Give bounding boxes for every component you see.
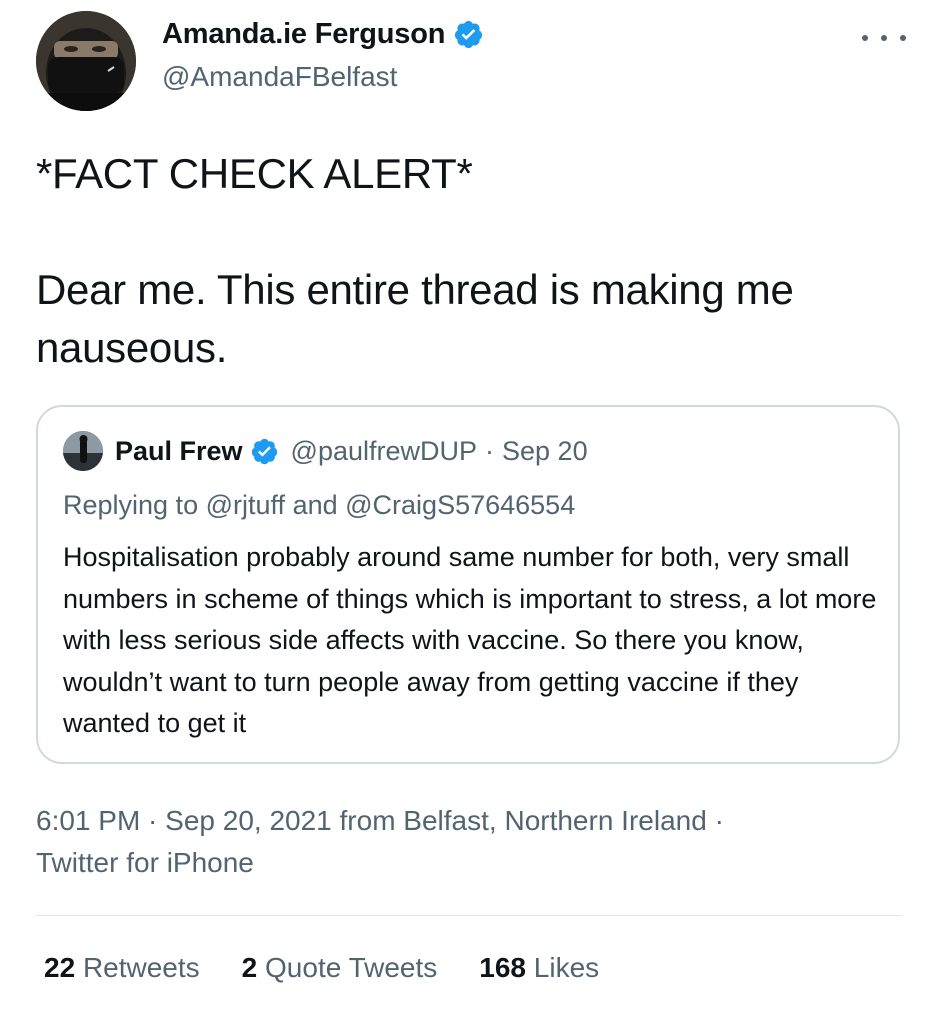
likes-label: Likes (533, 952, 600, 983)
verified-badge-icon (250, 437, 279, 466)
retweets-label: Retweets (82, 952, 200, 983)
divider (36, 915, 902, 916)
quote-tweets-stat[interactable]: 2 Quote Tweets (242, 952, 438, 984)
author-name-row[interactable]: Amanda.ie Ferguson (162, 18, 484, 51)
author-name[interactable]: Amanda.ie Ferguson (162, 18, 445, 51)
author-handle[interactable]: @AmandaFBelfast (162, 61, 397, 93)
author-avatar[interactable] (36, 11, 136, 111)
verified-badge-icon (453, 19, 484, 50)
quoted-tweet-header: Paul Frew @paulfrewDUP · Sep 20 (63, 431, 588, 471)
quoted-author-name[interactable]: Paul Frew (115, 436, 243, 467)
replying-to-line: Replying to @rjtuff and @CraigS57646554 (63, 490, 575, 521)
tweet-stats: 22 Retweets 2 Quote Tweets 168 Likes (44, 952, 641, 984)
retweets-stat[interactable]: 22 Retweets (44, 952, 200, 984)
more-options-icon[interactable] (862, 25, 906, 51)
likes-count: 168 (479, 952, 526, 983)
quote-tweets-label: Quote Tweets (265, 952, 438, 983)
quoted-author-avatar[interactable] (63, 431, 103, 471)
replying-and-text: and (292, 490, 338, 520)
retweets-count: 22 (44, 952, 76, 983)
tweet-timestamp-source[interactable]: 6:01 PM · Sep 20, 2021 from Belfast, Nor… (36, 800, 736, 884)
replying-to-label: Replying to (63, 490, 199, 520)
quoted-tweet-card[interactable]: Paul Frew @paulfrewDUP · Sep 20 Replying… (36, 405, 900, 764)
mention-link[interactable]: @rjtuff (206, 490, 285, 520)
likes-stat[interactable]: 168 Likes (479, 952, 599, 984)
separator-dot: · (485, 435, 495, 466)
quote-tweets-count: 2 (241, 952, 258, 983)
quoted-tweet-date[interactable]: Sep 20 (502, 436, 588, 467)
tweet-text: *FACT CHECK ALERT* Dear me. This entire … (36, 150, 794, 371)
quoted-tweet-text: Hospitalisation probably around same num… (63, 542, 877, 738)
mention-link[interactable]: @CraigS57646554 (345, 490, 575, 520)
quoted-author-handle[interactable]: @paulfrewDUP (291, 436, 477, 467)
